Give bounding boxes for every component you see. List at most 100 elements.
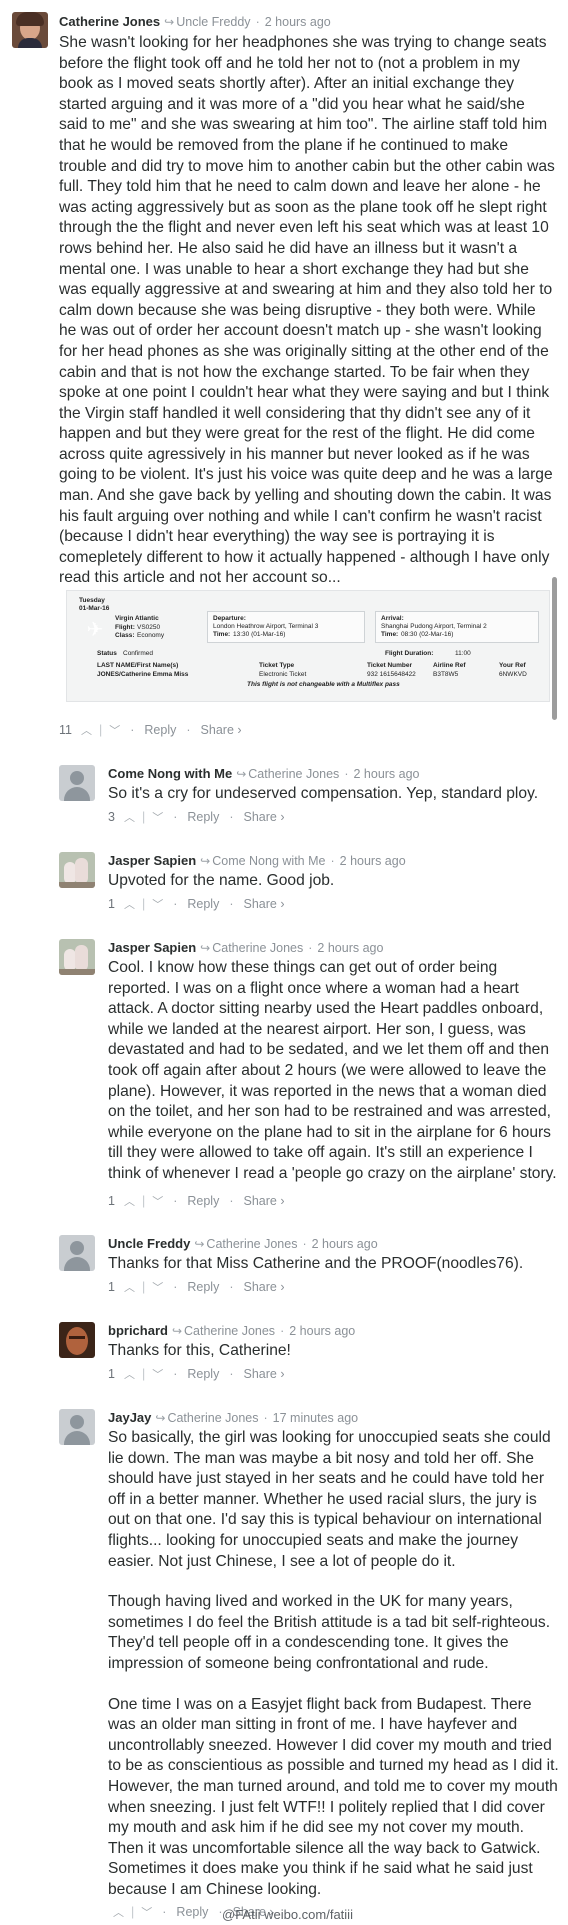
comment-footer: 1 ︿ | ﹀ · Reply · Share › [108,1193,290,1210]
avatar[interactable] [59,1409,95,1445]
ticket-airline-ref: B3T8W5 [433,671,459,678]
timestamp[interactable]: 17 minutes ago [273,1411,358,1425]
separator-dot: · [229,1194,234,1208]
downvote-icon[interactable]: ﹀ [109,725,120,737]
comment-footer: 1 ︿ | ﹀ · Reply · Share › [108,1366,290,1383]
downvote-icon[interactable]: ﹀ [152,1196,163,1208]
upvote-icon[interactable]: ︿ [124,899,135,911]
reply-button[interactable]: Reply [144,723,176,737]
separator-dot: · [344,767,349,781]
timestamp[interactable]: 2 hours ago [353,767,419,781]
avatar[interactable] [59,1235,95,1271]
avatar[interactable] [12,12,48,48]
reply-button[interactable]: Reply [187,1280,219,1294]
timestamp[interactable]: 2 hours ago [289,1324,355,1338]
upvote-icon[interactable]: ︿ [113,1907,124,1919]
ticket-status-label: Status [97,650,117,657]
upvote-icon[interactable]: ︿ [81,725,92,737]
separator-dot: · [130,723,135,737]
watermark: @FAtii weibo.com/fatiii [222,1907,353,1922]
comment-paragraph: Upvoted for the name. Good job. [108,872,335,889]
reply-arrow-icon: ↪ [164,15,175,29]
ticket-class-label: Class: [115,632,135,639]
downvote-icon[interactable]: ﹀ [141,1907,152,1919]
timestamp[interactable]: 2 hours ago [312,1237,378,1251]
separator-dot: · [229,1280,234,1294]
separator-dot: · [173,1367,178,1381]
separator-dot: · [330,854,335,868]
share-button[interactable]: Share › [244,897,285,911]
author-name[interactable]: Uncle Freddy [108,1236,190,1251]
separator-dot: · [173,1194,178,1208]
timestamp[interactable]: 2 hours ago [317,941,383,955]
reply-to-name[interactable]: Catherine Jones [206,1237,297,1251]
reply-button[interactable]: Reply [187,1194,219,1208]
reply-to-name[interactable]: Come Nong with Me [212,854,325,868]
author-name[interactable]: Catherine Jones [59,14,160,29]
separator-dot: · [173,897,178,911]
scrollbar[interactable] [552,577,557,720]
avatar[interactable] [59,1322,95,1358]
comment-header: Come Nong with Me ↪ Catherine Jones · 2 hour… [108,766,420,782]
reply-button[interactable]: Reply [187,897,219,911]
reply-to-name[interactable]: Catherine Jones [212,941,303,955]
ticket-departure-time-label: Time: [213,631,231,638]
divider: | [141,897,146,911]
vote-count: 1 [108,1367,115,1381]
share-button[interactable]: Share › [244,1367,285,1381]
timestamp[interactable]: 2 hours ago [265,15,331,29]
reply-button[interactable]: Reply [187,810,219,824]
downvote-icon[interactable]: ﹀ [152,1282,163,1294]
timestamp[interactable]: 2 hours ago [340,854,406,868]
reply-to-name[interactable]: Catherine Jones [167,1411,258,1425]
reply-to-name[interactable]: Uncle Freddy [176,15,250,29]
ticket-arrival-airport: Shanghai Pudong Airport, Terminal 2 [381,623,487,630]
upvote-icon[interactable]: ︿ [124,812,135,824]
ticket-note: This flight is not changeable with a Mul… [247,681,400,688]
ticket-duration-label: Flight Duration: [385,650,434,657]
reply-arrow-icon: ↪ [194,1237,205,1251]
author-name[interactable]: Come Nong with Me [108,766,232,781]
vote-count: 1 [108,1194,115,1208]
upvote-icon[interactable]: ︿ [124,1196,135,1208]
attached-ticket-image[interactable]: Tuesday 01-Mar-16 ✈ Virgin Atlantic Flig… [66,590,550,702]
reply-to-name[interactable]: Catherine Jones [184,1324,275,1338]
avatar[interactable] [59,852,95,888]
author-name[interactable]: JayJay [108,1410,151,1425]
author-name[interactable]: Jasper Sapien [108,940,196,955]
avatar[interactable] [59,765,95,801]
reply-button[interactable]: Reply [187,1367,219,1381]
downvote-icon[interactable]: ﹀ [152,1369,163,1381]
downvote-icon[interactable]: ﹀ [152,899,163,911]
separator-dot: · [173,810,178,824]
ticket-class: Economy [137,632,165,639]
comment-footer: 1 ︿ | ﹀ · Reply · Share › [108,896,290,913]
reply-to-name[interactable]: Catherine Jones [248,767,339,781]
share-button[interactable]: Share › [244,810,285,824]
upvote-icon[interactable]: ︿ [124,1369,135,1381]
comment-header: bprichard ↪ Catherine Jones · 2 hours ago [108,1323,355,1339]
avatar[interactable] [59,939,95,975]
divider: | [141,1194,146,1208]
comment-body: Cool. I know how these things can get ou… [108,958,558,1205]
vote-count: 11 [59,723,72,737]
author-name[interactable]: Jasper Sapien [108,853,196,868]
reply-arrow-icon: ↪ [155,1411,166,1425]
ticket-col-airline-ref: Airline Ref [433,662,466,669]
plane-icon: ✈ [86,619,104,641]
downvote-icon[interactable]: ﹀ [152,812,163,824]
comment-paragraph: One time I was on a Easyjet flight back … [108,1695,559,1898]
reply-button[interactable]: Reply [176,1905,208,1919]
separator-dot: · [229,1367,234,1381]
ticket-departure-time: 13:30 (01-Mar-16) [233,631,286,638]
author-name[interactable]: bprichard [108,1323,168,1338]
comment-footer: 1 ︿ | ﹀ · Reply · Share › [108,1279,290,1296]
comment-body: So basically, the girl was looking for u… [108,1428,560,1920]
separator-dot: · [229,897,234,911]
comment-paragraph: So it's a cry for undeserved compensatio… [108,785,539,802]
share-button[interactable]: Share › [244,1194,285,1208]
upvote-icon[interactable]: ︿ [124,1282,135,1294]
share-button[interactable]: Share › [244,1280,285,1294]
share-button[interactable]: Share › [201,723,242,737]
ticket-number: 932 1615648422 [367,671,416,678]
